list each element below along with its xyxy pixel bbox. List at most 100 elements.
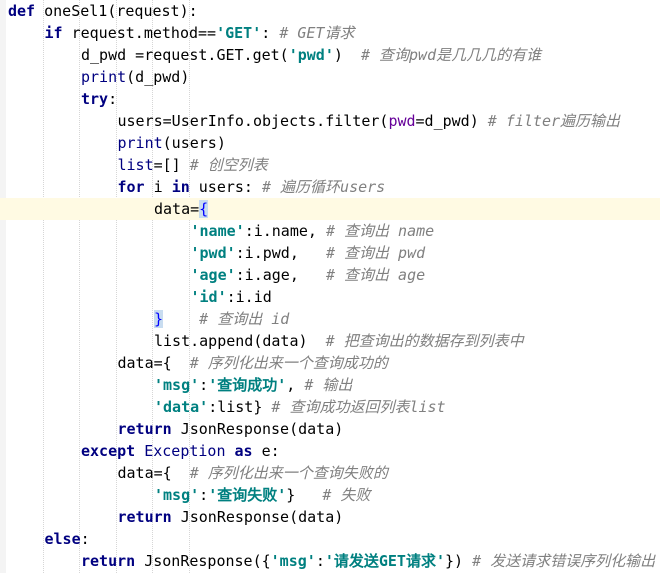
code-line[interactable]: except Exception as e: bbox=[0, 440, 660, 462]
code-line[interactable]: try: bbox=[0, 88, 660, 110]
code-line[interactable]: } # 查询出 id bbox=[0, 308, 660, 330]
code-line[interactable]: users=UserInfo.objects.filter(pwd=d_pwd)… bbox=[0, 110, 660, 132]
code-line-content: } # 查询出 id bbox=[154, 308, 289, 330]
code-token: oneSel1(request): bbox=[35, 2, 198, 20]
code-keyword: return bbox=[117, 420, 172, 438]
code-string: 'msg' bbox=[270, 552, 316, 570]
code-token: : bbox=[199, 376, 209, 394]
code-line[interactable]: 'name':i.name, # 查询出 name bbox=[0, 220, 660, 242]
code-line[interactable]: return JsonResponse(data) bbox=[0, 506, 660, 528]
code-string: 'GET' bbox=[216, 24, 262, 42]
code-string: 'age' bbox=[190, 266, 236, 284]
code-line[interactable]: data={ # 序列化出来一个查询失败的 bbox=[0, 462, 660, 484]
code-token: i bbox=[144, 178, 172, 196]
code-keyword: as bbox=[234, 442, 253, 460]
code-string: 'pwd' bbox=[190, 244, 236, 262]
code-line[interactable]: list.append(data) # 把查询出的数据存到列表中 bbox=[0, 330, 660, 352]
code-comment: # 查询出 pwd bbox=[325, 244, 426, 262]
code-token: } bbox=[286, 486, 323, 504]
code-line[interactable]: print(d_pwd) bbox=[0, 66, 660, 88]
code-token: , bbox=[286, 376, 305, 394]
code-token: Exception bbox=[144, 442, 226, 460]
code-comment: # 查询出 name bbox=[325, 222, 435, 240]
code-token: =d_pwd) bbox=[415, 112, 488, 130]
code-comment: # 查询pwd是几几几的有谁 bbox=[360, 46, 542, 64]
code-token: =[] bbox=[153, 156, 190, 174]
code-token: JsonResponse(data) bbox=[171, 420, 344, 438]
code-comment: # 遍历循环users bbox=[262, 178, 386, 196]
code-line-content: except Exception as e: bbox=[81, 440, 280, 462]
code-line[interactable]: 'pwd':i.pwd, # 查询出 pwd bbox=[0, 242, 660, 264]
code-token: users: bbox=[189, 178, 262, 196]
code-line[interactable]: else: bbox=[0, 528, 660, 550]
code-line-content: 'pwd':i.pwd, # 查询出 pwd bbox=[191, 242, 426, 264]
code-token: :list} bbox=[208, 398, 272, 416]
code-comment: # 序列化出来一个查询成功的 bbox=[189, 354, 388, 372]
code-line[interactable]: 'msg':'查询成功', # 输出 bbox=[0, 374, 660, 396]
code-line-content: 'id':i.id bbox=[191, 286, 272, 308]
code-comment: # 输出 bbox=[304, 376, 353, 394]
code-line[interactable]: d_pwd =request.GET.get('pwd') # 查询pwd是几几… bbox=[0, 44, 660, 66]
code-line[interactable]: def oneSel1(request): bbox=[0, 0, 660, 22]
code-comment: # 查询出 id bbox=[199, 310, 290, 328]
code-token: print bbox=[81, 68, 127, 86]
code-comment: # 查询成功返回列表list bbox=[271, 398, 446, 416]
code-token: : bbox=[108, 90, 118, 108]
code-token: (d_pwd) bbox=[126, 68, 190, 86]
code-comment: # 失败 bbox=[322, 486, 371, 504]
code-string: 'id' bbox=[190, 288, 227, 306]
code-token: :i.name, bbox=[244, 222, 326, 240]
code-line-content: list=[] # 创空列表 bbox=[118, 154, 268, 176]
code-line-content: if request.method=='GET': # GET请求 bbox=[45, 22, 355, 44]
code-token: : bbox=[199, 486, 209, 504]
code-line[interactable]: data={ bbox=[0, 198, 660, 220]
code-line-content: print(d_pwd) bbox=[81, 66, 189, 88]
code-line[interactable]: return JsonResponse({'msg':'请发送GET请求'}) … bbox=[0, 550, 660, 572]
code-line-content: 'name':i.name, # 查询出 name bbox=[191, 220, 435, 242]
code-comment: # GET请求 bbox=[279, 24, 355, 42]
code-token: }) bbox=[445, 552, 473, 570]
code-line[interactable]: return JsonResponse(data) bbox=[0, 418, 660, 440]
code-line-content: for i in users: # 遍历循环users bbox=[118, 176, 386, 198]
code-line[interactable]: if request.method=='GET': # GET请求 bbox=[0, 22, 660, 44]
code-token: { bbox=[199, 200, 209, 218]
code-string: '查询成功' bbox=[208, 376, 287, 394]
code-line[interactable]: 'msg':'查询失败'} # 失败 bbox=[0, 484, 660, 506]
code-line[interactable]: print(users) bbox=[0, 132, 660, 154]
code-token: print bbox=[117, 134, 163, 152]
code-comment: # 序列化出来一个查询失败的 bbox=[189, 464, 388, 482]
code-token: users=UserInfo.objects.filter( bbox=[117, 112, 389, 130]
code-line[interactable]: 'age':i.age, # 查询出 age bbox=[0, 264, 660, 286]
code-token: request.method== bbox=[62, 24, 217, 42]
code-comment: # filter遍历输出 bbox=[487, 112, 621, 130]
code-line[interactable]: list=[] # 创空列表 bbox=[0, 154, 660, 176]
code-token: : bbox=[80, 530, 90, 548]
code-token: data={ bbox=[117, 354, 190, 372]
code-string: '请发送GET请求' bbox=[324, 552, 445, 570]
code-line-content: try: bbox=[81, 88, 117, 110]
code-line-content: else: bbox=[45, 528, 90, 550]
code-line-content: return JsonResponse(data) bbox=[118, 418, 344, 440]
code-line[interactable]: data={ # 序列化出来一个查询成功的 bbox=[0, 352, 660, 374]
code-token: list bbox=[117, 156, 154, 174]
code-keyword: try bbox=[81, 90, 109, 108]
code-line-content: 'age':i.age, # 查询出 age bbox=[191, 264, 426, 286]
code-token: JsonResponse(data) bbox=[171, 508, 344, 526]
code-string: 'name' bbox=[190, 222, 245, 240]
code-token: e: bbox=[252, 442, 280, 460]
code-line-content: 'msg':'查询成功', # 输出 bbox=[154, 374, 352, 396]
code-line[interactable]: 'data':list} # 查询成功返回列表list bbox=[0, 396, 660, 418]
code-line[interactable]: for i in users: # 遍历循环users bbox=[0, 176, 660, 198]
code-keyword: for bbox=[117, 178, 145, 196]
code-line-content: return JsonResponse({'msg':'请发送GET请求'}) … bbox=[81, 550, 655, 572]
code-editor[interactable]: def oneSel1(request): if request.method==… bbox=[0, 0, 660, 573]
code-line-content: users=UserInfo.objects.filter(pwd=d_pwd)… bbox=[118, 110, 621, 132]
code-keyword: except bbox=[81, 442, 136, 460]
code-line-content: list.append(data) # 把查询出的数据存到列表中 bbox=[154, 330, 524, 352]
code-line-content: 'data':list} # 查询成功返回列表list bbox=[154, 396, 446, 418]
code-line[interactable]: 'id':i.id bbox=[0, 286, 660, 308]
code-line-content: print(users) bbox=[118, 132, 226, 154]
code-token: :i.age, bbox=[235, 266, 326, 284]
